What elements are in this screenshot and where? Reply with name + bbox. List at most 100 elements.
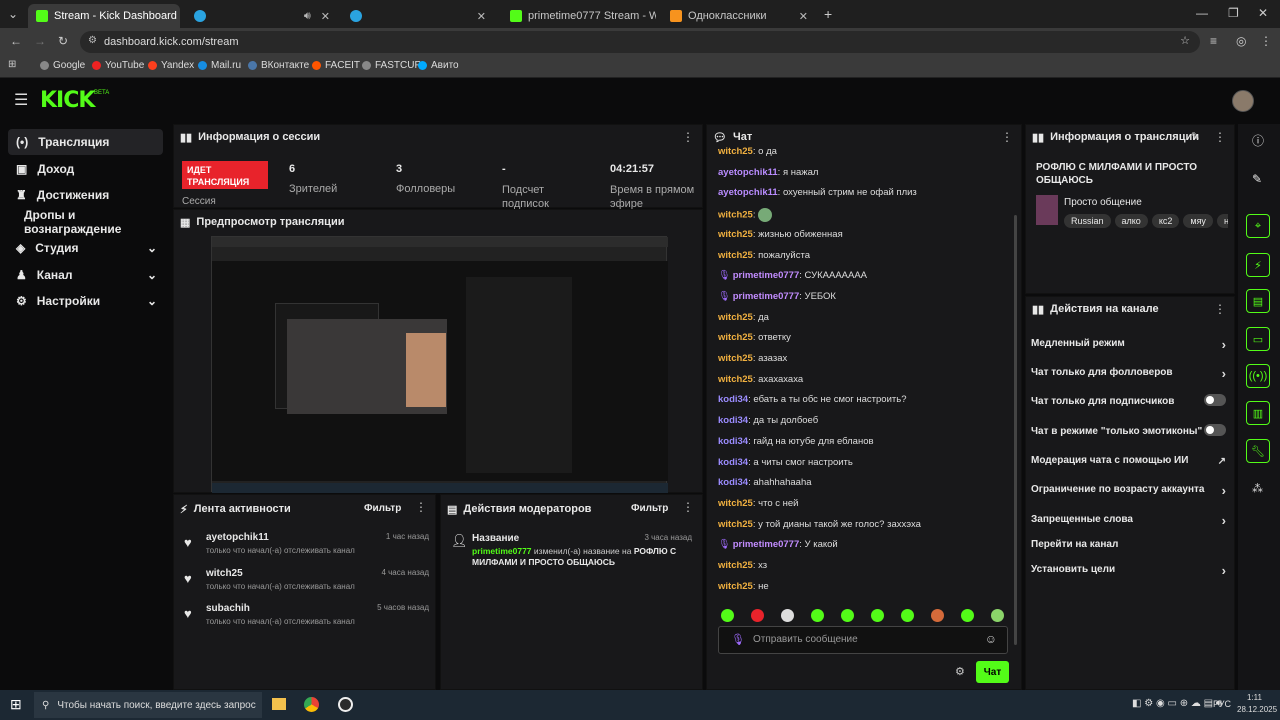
bookmark-star-icon[interactable]: ☆ — [1180, 34, 1190, 47]
close-tab-icon[interactable]: ✕ — [321, 10, 330, 23]
banned-words-row[interactable]: Запрещенные слова › — [1031, 513, 1226, 528]
stream-preview-video[interactable] — [211, 236, 668, 493]
speaker-icon[interactable]: 🔊︎ — [304, 10, 311, 23]
sidebar-item-achievements[interactable]: ♜ Достижения — [8, 182, 163, 208]
tag-chip[interactable]: кс2 — [1151, 214, 1180, 228]
go-to-channel-row[interactable]: Перейти на канал — [1031, 539, 1226, 550]
chat-username[interactable]: witch25 — [718, 332, 753, 343]
edit-pencil-icon[interactable]: ✎ — [1191, 130, 1200, 143]
bookmark-fastcup[interactable]: FASTCUP — [362, 60, 421, 71]
tray-icons[interactable]: ◧ ⚙ ◉ ▭ ⊕ ☁ ▤ 🔊︎ — [1132, 698, 1222, 709]
tab-kick-dashboard[interactable]: Stream - Kick Dashboard ✕ — [28, 4, 180, 28]
bookmark-faceit[interactable]: FACEIT — [312, 60, 360, 71]
sidebar-item-stream[interactable]: (•) Трансляция — [8, 129, 163, 155]
chat-input[interactable]: 🎙︎ Отправить сообщение ☺ — [718, 626, 1008, 654]
browser-menu-icon[interactable]: ⋮ — [1260, 34, 1272, 48]
chat-username[interactable]: witch25 — [718, 498, 753, 509]
obs-icon[interactable] — [338, 697, 353, 712]
tab-search-icon[interactable]: ⌄ — [8, 7, 18, 21]
tab-telegram-1[interactable]: 🔊︎ ✕ — [186, 4, 338, 28]
taskbar-search-box[interactable]: ⚲ Чтобы начать поиск, введите здесь запро… — [34, 692, 262, 718]
apps-grid-icon[interactable]: ⊞ — [8, 59, 16, 70]
rail-document-icon[interactable]: ▤ — [1246, 289, 1270, 313]
sidebar-item-settings[interactable]: ⚙ Настройки ⌄ — [8, 288, 163, 314]
chat-username[interactable]: witch25 — [718, 374, 753, 385]
tag-chip[interactable]: нек — [1216, 214, 1228, 228]
chat-username[interactable]: witch25 — [718, 353, 753, 364]
back-icon[interactable]: ← — [10, 34, 22, 48]
chat-username[interactable]: witch25 — [718, 250, 753, 261]
chat-username[interactable]: witch25 — [718, 581, 753, 592]
rail-bolt-icon[interactable]: ⚡︎ — [1246, 253, 1270, 277]
chat-username[interactable]: primetime0777 — [733, 539, 800, 550]
clock-time[interactable]: 1:11 — [1247, 693, 1262, 702]
chat-username[interactable]: witch25 — [718, 519, 753, 530]
close-tab-icon[interactable]: ✕ — [799, 10, 808, 23]
bookmark-mailru[interactable]: Mail.ru — [198, 60, 241, 71]
emote-button-icon[interactable] — [721, 609, 734, 622]
new-tab-icon[interactable]: + — [824, 6, 832, 22]
chat-settings-gear-icon[interactable]: ⚙ — [955, 665, 965, 678]
minimize-icon[interactable]: — — [1196, 6, 1208, 20]
file-explorer-icon[interactable] — [272, 698, 286, 710]
bookmark-google[interactable]: Google — [40, 60, 85, 71]
edit-icon[interactable]: ✎ — [1252, 172, 1262, 186]
chat-username[interactable]: witch25 — [718, 146, 753, 157]
sidebar-item-drops[interactable]: Дропы и вознаграждение — [8, 208, 163, 236]
sidebar-item-studio[interactable]: ◈ Студия ⌄ — [8, 235, 163, 261]
chat-username[interactable]: primetime0777 — [733, 270, 800, 281]
chat-username[interactable]: kodi34 — [718, 394, 748, 405]
more-options-icon[interactable]: ⋮ — [1214, 130, 1226, 144]
tag-chip[interactable]: Russian — [1064, 214, 1111, 228]
bookmark-yandex[interactable]: Yandex — [148, 60, 194, 71]
activity-filter-button[interactable]: Фильтр — [364, 503, 401, 514]
rail-more-icon[interactable]: ⁂ — [1252, 482, 1263, 495]
media-control-icon[interactable]: ≡ — [1210, 34, 1217, 48]
hamburger-menu-icon[interactable]: ☰ — [14, 90, 28, 110]
emote-button-icon[interactable] — [811, 609, 824, 622]
chat-username[interactable]: ayetopchik11 — [718, 167, 778, 178]
chat-username[interactable]: ayetopchik11 — [718, 187, 778, 198]
forward-icon[interactable]: → — [34, 34, 46, 48]
close-window-icon[interactable]: ✕ — [1258, 6, 1268, 20]
chat-username[interactable]: witch25 — [718, 210, 753, 221]
activity-user[interactable]: subachih — [206, 603, 250, 614]
followers-only-row[interactable]: Чат только для фолловеров › — [1031, 366, 1226, 381]
more-options-icon[interactable]: ⋮ — [1214, 302, 1226, 316]
subscribers-only-toggle[interactable] — [1204, 394, 1226, 406]
chat-username[interactable]: witch25 — [718, 312, 753, 323]
tab-telegram-2[interactable]: ✕ — [342, 4, 494, 28]
url-input[interactable]: ⚙ dashboard.kick.com/stream ☆ — [80, 31, 1200, 53]
chat-username[interactable]: kodi34 — [718, 477, 748, 488]
microphone-icon[interactable]: 🎙︎ — [731, 633, 745, 646]
emote-button-icon[interactable] — [961, 609, 974, 622]
language-indicator[interactable]: РУС — [1213, 699, 1231, 709]
activity-user[interactable]: ayetopchik11 — [206, 532, 269, 543]
emote-only-row[interactable]: Чат в режиме "только эмотиконы" — [1031, 424, 1226, 437]
tag-chip[interactable]: алко — [1114, 214, 1148, 228]
emote-button-icon[interactable] — [751, 609, 764, 622]
more-options-icon[interactable]: ⋮ — [682, 130, 694, 144]
emoji-picker-icon[interactable]: ☺ — [985, 632, 997, 646]
more-options-icon[interactable]: ⋮ — [1001, 130, 1013, 144]
site-info-icon[interactable]: ⚙ — [88, 35, 97, 46]
chat-username[interactable]: kodi34 — [718, 436, 748, 447]
mod-user[interactable]: primetime0777 — [472, 546, 532, 556]
activity-user[interactable]: witch25 — [206, 568, 243, 579]
chat-username[interactable]: kodi34 — [718, 415, 748, 426]
slow-mode-row[interactable]: Медленный режим › — [1031, 337, 1226, 352]
rail-wrench-icon[interactable]: 🔧︎ — [1246, 439, 1270, 463]
bookmark-vk[interactable]: ВКонтакте — [248, 60, 309, 71]
send-chat-button[interactable]: Чат — [976, 661, 1009, 683]
age-restriction-row[interactable]: Ограничение по возрасту аккаунта › — [1031, 483, 1226, 498]
rail-layout-icon[interactable]: ▥ — [1246, 401, 1270, 425]
more-options-icon[interactable]: ⋮ — [415, 500, 427, 514]
chat-scrollbar[interactable] — [1014, 215, 1017, 645]
chat-username[interactable]: primetime0777 — [733, 291, 800, 302]
subscribers-only-row[interactable]: Чат только для подписчиков — [1031, 394, 1226, 407]
chat-username[interactable]: witch25 — [718, 560, 753, 571]
tab-primetime-stream[interactable]: primetime0777 Stream - Watch ✕ — [502, 4, 656, 28]
stream-category[interactable]: Просто общение — [1064, 197, 1142, 208]
rail-chat-icon[interactable]: ▭ — [1246, 327, 1270, 351]
emote-button-icon[interactable] — [871, 609, 884, 622]
